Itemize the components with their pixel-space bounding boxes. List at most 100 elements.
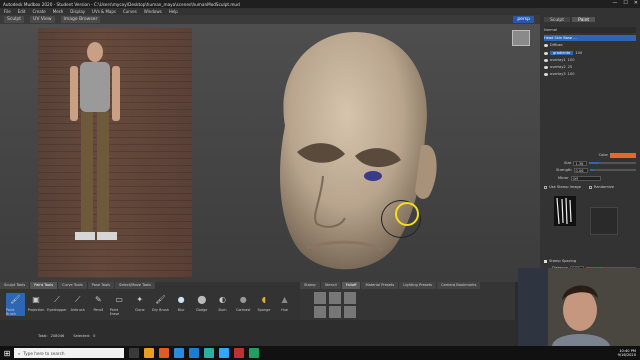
menu-windows[interactable]: Windows (144, 9, 162, 14)
layer-row-4[interactable]: overlay3 100 (544, 71, 636, 77)
tool-projection[interactable]: ▣ Projection (27, 293, 46, 316)
photoshop-icon[interactable] (219, 348, 229, 358)
layer-row-1[interactable]: gradiente 100 (544, 50, 636, 56)
size-slider-fill (589, 162, 599, 164)
visibility-eye-icon[interactable] (544, 51, 548, 55)
tab-sculpt[interactable]: Sculpt (544, 17, 571, 23)
layer-row-3[interactable]: overlay2 25 (544, 64, 636, 70)
minimize-button[interactable]: — (612, 0, 617, 6)
size-field[interactable]: 1.36 (573, 160, 588, 166)
close-button[interactable]: ✕ (634, 0, 638, 6)
tab-lighting-presets[interactable]: Lighting Presets (399, 282, 437, 289)
taskbar-search[interactable]: ⌕ Type here to search (14, 348, 124, 358)
tab-stencil[interactable]: Stencil (320, 282, 341, 289)
menu-edit[interactable]: Edit (18, 9, 26, 14)
mirror-row: Mirror Off (544, 175, 636, 181)
projection-icon: ▣ (32, 295, 40, 304)
falloff-preset[interactable] (329, 306, 341, 318)
visibility-eye-icon[interactable] (544, 72, 548, 76)
menu-bar: File Edit Create Mesh Display UVs & Maps… (0, 8, 640, 15)
app-icon[interactable] (189, 348, 199, 358)
tool-tray: Sculpt Tools Paint Tools Curve Tools Pos… (0, 282, 300, 320)
strength-field[interactable]: 0.06 (573, 167, 588, 173)
tab-curve-tools[interactable]: Curve Tools (58, 282, 87, 289)
title-bar: Autodesk Mudbox 2020 - Student Version -… (0, 0, 640, 8)
app-icon[interactable] (234, 348, 244, 358)
stamp-image-checkbox[interactable] (544, 185, 547, 189)
tool-blur[interactable]: ● Blur (172, 293, 191, 316)
tool-clone[interactable]: ✦ Clone (130, 293, 149, 316)
sculpted-head-model[interactable] (245, 26, 445, 282)
tool-sponge[interactable]: ◖ Sponge (255, 293, 274, 316)
menu-file[interactable]: File (4, 9, 11, 14)
tab-material-presets[interactable]: Material Presets (361, 282, 399, 289)
tool-airbrush[interactable]: ⟋ Airbrush (68, 293, 87, 316)
tool-eyedropper[interactable]: ⟋ Eyedropper (47, 293, 67, 316)
menu-curves[interactable]: Curves (123, 9, 137, 14)
viewport-3d[interactable] (0, 24, 540, 282)
tool-burn[interactable]: ◐ Burn (213, 293, 232, 316)
task-view-icon[interactable] (129, 348, 139, 358)
color-swatch[interactable] (610, 152, 636, 158)
menu-display[interactable]: Display (70, 9, 85, 14)
visibility-eye-icon[interactable] (544, 65, 548, 69)
tab-sculpt-tools[interactable]: Sculpt Tools (0, 282, 30, 289)
eyedropper-icon: ⟋ (54, 294, 60, 304)
menu-uvs-maps[interactable]: UVs & Maps (92, 9, 116, 14)
windows-start-icon[interactable]: ⊞ (0, 346, 14, 360)
falloff-preset[interactable] (344, 292, 356, 304)
system-clock[interactable]: 10:40 PM 9/16/2020 (618, 349, 636, 358)
camera-select[interactable]: persp (513, 16, 534, 23)
tool-contrast[interactable]: ● Contrast (234, 293, 253, 316)
layer-row-root[interactable]: Head Skin Base ... (544, 35, 636, 41)
tool-pencil[interactable]: ✎ Pencil (89, 293, 108, 316)
file-explorer-icon[interactable] (144, 348, 154, 358)
layer-row-diffuse[interactable]: Diffuse (544, 42, 636, 48)
tab-select-move-tools[interactable]: Select/Move Tools (115, 282, 155, 289)
falloff-preset[interactable] (329, 292, 341, 304)
falloff-preset[interactable] (314, 306, 326, 318)
randomize-checkbox[interactable] (588, 185, 592, 189)
falloff-preset[interactable] (344, 306, 356, 318)
dodge-icon: ⬤ (197, 295, 207, 304)
tab-camera-bookmarks[interactable]: Camera Bookmarks (437, 282, 481, 289)
layer-row-2[interactable]: overlay1 100 (544, 57, 636, 63)
tab-image-browser[interactable]: Image Browser (60, 16, 101, 23)
stamp-spacing-checkbox[interactable] (544, 259, 547, 263)
tab-pose-tools[interactable]: Pose Tools (87, 282, 115, 289)
airbrush-icon: ⟋ (74, 294, 81, 304)
tool-paint-erase[interactable]: ▭ Paint Erase (110, 293, 129, 316)
maya-icon[interactable] (204, 348, 214, 358)
menu-help[interactable]: Help (169, 9, 178, 14)
visibility-eye-icon[interactable] (544, 43, 548, 47)
tab-falloff[interactable]: Falloff (341, 282, 361, 289)
falloff-preset[interactable] (314, 292, 326, 304)
tab-sculpt-view[interactable]: Sculpt (4, 16, 25, 23)
view-tabs: Sculpt UV View Image Browser persp (0, 15, 540, 24)
window-title: Autodesk Mudbox 2020 - Student Version -… (3, 1, 240, 7)
visibility-eye-icon[interactable] (544, 58, 548, 62)
tool-dry-brush[interactable]: 🖌 Dry Brush (151, 293, 170, 316)
strength-row: Strength 0.06 (544, 167, 636, 173)
tab-paint[interactable]: Paint (572, 17, 596, 23)
stamp-image-thumbnail[interactable] (554, 196, 576, 226)
mirror-dropdown[interactable]: Off (570, 175, 601, 181)
maximize-button[interactable]: ☐ (623, 0, 627, 6)
tool-dodge[interactable]: ⬤ Dodge (193, 293, 212, 316)
tab-paint-tools[interactable]: Paint Tools (30, 282, 58, 289)
tool-hue[interactable]: ▲ Hue (275, 293, 294, 316)
selected-count: 0 (93, 334, 96, 338)
menu-create[interactable]: Create (32, 9, 45, 14)
mudbox-icon[interactable] (249, 348, 259, 358)
strength-slider[interactable] (589, 169, 636, 171)
blend-mode-dropdown[interactable]: Normal (544, 27, 636, 33)
tool-paint-brush[interactable]: 🖌 Paint Brush (6, 293, 25, 316)
firefox-icon[interactable] (159, 348, 169, 358)
view-cube[interactable] (512, 30, 530, 46)
tab-stamp[interactable]: Stamp (300, 282, 320, 289)
menu-mesh[interactable]: Mesh (53, 9, 64, 14)
store-icon[interactable] (174, 348, 184, 358)
tab-uv-view[interactable]: UV View (30, 16, 55, 23)
size-slider[interactable] (589, 162, 636, 164)
dry-brush-icon: 🖌 (155, 295, 166, 304)
